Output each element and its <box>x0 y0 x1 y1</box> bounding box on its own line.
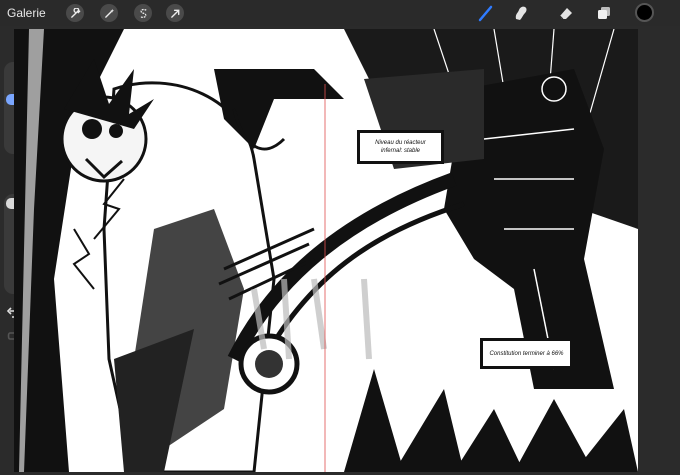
selection-s-icon[interactable] <box>134 4 152 22</box>
wrench-icon[interactable] <box>66 4 84 22</box>
brush-icon[interactable] <box>477 4 495 22</box>
constitution-caption-box: Constitution terminer à 66% <box>480 338 573 369</box>
drawing-canvas[interactable]: Niveau du réacteur infernal: stable Cons… <box>14 29 638 472</box>
transform-arrow-icon[interactable] <box>166 4 184 22</box>
manga-artwork <box>14 29 638 472</box>
layers-icon[interactable] <box>595 4 613 22</box>
reactor-caption-box: Niveau du réacteur infernal: stable <box>357 130 444 164</box>
reactor-caption-line-2: infernal: stable <box>380 148 420 154</box>
color-swatch[interactable] <box>635 3 654 22</box>
top-toolbar: Galerie <box>0 0 680 26</box>
magic-wand-icon[interactable] <box>100 4 118 22</box>
eraser-icon[interactable] <box>557 4 575 22</box>
gallery-button[interactable]: Galerie <box>7 6 46 20</box>
smudge-icon[interactable] <box>512 4 530 22</box>
reactor-caption-line-1: Niveau du réacteur <box>375 140 426 146</box>
constitution-caption-line: Constitution terminer à 66% <box>489 350 564 357</box>
